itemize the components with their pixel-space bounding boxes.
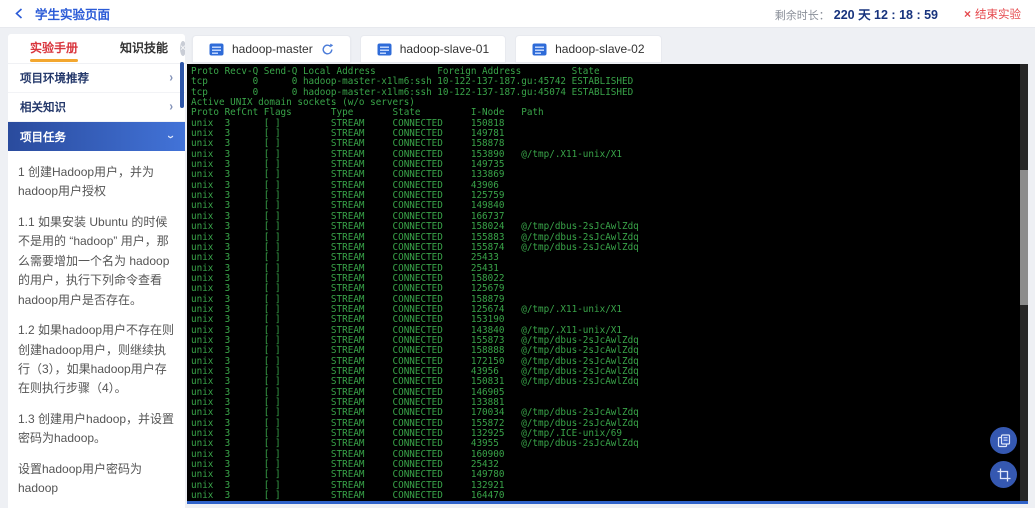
task-paragraph: 1.3 创建用户hadoop，并设置密码为hadoop。 <box>18 410 175 449</box>
section-env-recommend[interactable]: 项目环境推荐 › <box>8 64 185 93</box>
top-bar: 学生实验页面 剩余时长： 220 天 12 : 18 : 59 × 结束实验 <box>0 0 1035 28</box>
refresh-icon[interactable] <box>321 43 334 56</box>
remaining-time: 剩余时长： 220 天 12 : 18 : 59 <box>775 4 938 23</box>
terminal-icon <box>532 43 547 56</box>
chevron-down-icon: › <box>164 135 178 139</box>
sidebar-tabs: 实验手册 知识技能 × <box>8 34 185 64</box>
terminal-window[interactable]: Proto Recv-Q Send-Q Local Address Foreig… <box>187 64 1028 504</box>
sidebar-scrollbar-thumb[interactable] <box>180 62 184 108</box>
clipboard-icon <box>997 434 1011 448</box>
terminal-tab-label: hadoop-slave-01 <box>400 42 489 56</box>
clipboard-button[interactable] <box>990 427 1017 454</box>
crop-icon <box>997 468 1011 482</box>
terminal-tab-hadoop-master[interactable]: hadoop-master <box>192 35 351 63</box>
terminal-tab-label: hadoop-master <box>232 42 313 56</box>
terminal-scrollbar-thumb[interactable] <box>1020 170 1028 305</box>
sidebar-accordion: 项目环境推荐 › 相关知识 › 项目任务 › <box>8 64 185 151</box>
task-paragraph: 设置hadoop用户密码为 hadoop <box>18 460 175 499</box>
terminal-tab-hadoop-slave-02[interactable]: hadoop-slave-02 <box>515 35 661 63</box>
task-paragraph: 1 创建Hadoop用户，并为hadoop用户授权 <box>18 163 175 202</box>
back-button[interactable] <box>14 8 25 19</box>
remaining-time-label: 剩余时长： <box>775 10 830 22</box>
terminal-tab-hadoop-slave-01[interactable]: hadoop-slave-01 <box>360 35 506 63</box>
chevron-right-icon: › <box>169 71 173 85</box>
end-experiment-button[interactable]: × 结束实验 <box>964 6 1021 22</box>
page-title: 学生实验页面 <box>35 4 110 23</box>
terminal-output: Proto Recv-Q Send-Q Local Address Foreig… <box>187 64 1028 501</box>
chevron-right-icon: › <box>169 100 173 114</box>
section-label: 项目环境推荐 <box>20 70 89 86</box>
section-label: 项目任务 <box>20 129 66 145</box>
section-project-tasks[interactable]: 项目任务 › <box>8 122 185 151</box>
close-x-icon: × <box>964 7 971 21</box>
terminal-icon <box>377 43 392 56</box>
tab-knowledge-skills[interactable]: 知识技能 <box>108 34 180 64</box>
collapse-circle-icon[interactable]: × <box>180 41 185 56</box>
terminal-tabs: hadoop-master hadoop-slave-01 hadoop-sla… <box>192 35 662 63</box>
remaining-time-value: 220 天 12 : 18 : 59 <box>834 8 938 22</box>
section-label: 相关知识 <box>20 99 66 115</box>
back-chevron-icon <box>14 8 25 19</box>
screenshot-crop-button[interactable] <box>990 461 1017 488</box>
terminal-scrollbar[interactable] <box>1020 64 1028 501</box>
task-paragraph: 1.1 如果安装 Ubuntu 的时候不是用的 “hadoop” 用户，那么需要… <box>18 213 175 310</box>
task-paragraph: 1.2 如果hadoop用户不存在则创建hadoop用户，则继续执行（3），如果… <box>18 321 175 399</box>
task-content: 1 创建Hadoop用户，并为hadoop用户授权 1.1 如果安装 Ubunt… <box>8 151 185 508</box>
sidebar-panel: 实验手册 知识技能 × 项目环境推荐 › 相关知识 › 项目任务 › 1 创建H… <box>8 34 185 508</box>
tab-experiment-manual[interactable]: 实验手册 <box>18 34 90 64</box>
terminal-tab-label: hadoop-slave-02 <box>555 42 644 56</box>
section-related-knowledge[interactable]: 相关知识 › <box>8 93 185 122</box>
floating-toolbar <box>990 427 1017 488</box>
terminal-icon <box>209 43 224 56</box>
end-experiment-label: 结束实验 <box>975 6 1021 22</box>
